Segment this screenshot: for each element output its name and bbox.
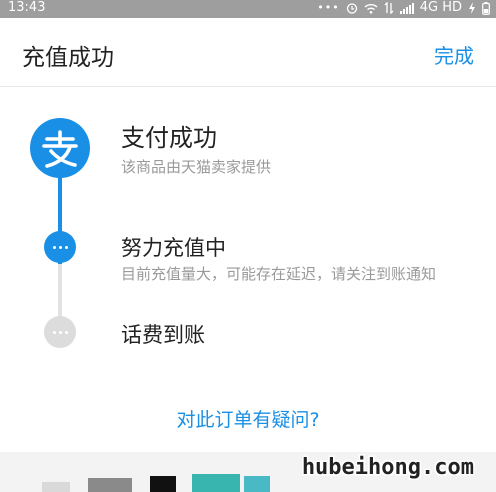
status-icons: ••• 4G HD	[317, 0, 490, 16]
data-transfer-icon	[384, 2, 394, 14]
more-dots-icon	[44, 316, 76, 348]
step-recharging-title: 努力充值中	[121, 236, 226, 260]
notification-dots-icon: •••	[317, 1, 340, 14]
top-bar: 充值成功 完成	[0, 18, 496, 87]
charging-icon	[469, 2, 475, 14]
status-time: 13:43	[8, 0, 46, 15]
alarm-icon	[346, 3, 357, 14]
step-payment-desc: 该商品由天猫卖家提供	[121, 158, 272, 176]
alipay-icon	[30, 118, 90, 178]
page-title: 充值成功	[22, 45, 114, 71]
done-button[interactable]: 完成	[434, 40, 474, 69]
more-dots-icon	[44, 231, 76, 263]
signal-icon	[399, 2, 414, 14]
step-arrival-title: 话费到账	[121, 323, 205, 347]
watermark: hubeihong.com	[301, 455, 474, 480]
order-question-link[interactable]: 对此订单有疑问?	[0, 405, 496, 432]
wifi-icon	[364, 3, 378, 14]
network-type: 4G HD	[419, 0, 462, 15]
timeline-line-pending	[58, 264, 62, 320]
status-bar: 13:43 ••• 4G HD	[0, 0, 496, 18]
step-recharging-desc: 目前充值量大，可能存在延迟，请关注到账通知	[121, 265, 437, 283]
battery-icon	[482, 1, 490, 15]
step-payment-title: 支付成功	[121, 124, 217, 152]
